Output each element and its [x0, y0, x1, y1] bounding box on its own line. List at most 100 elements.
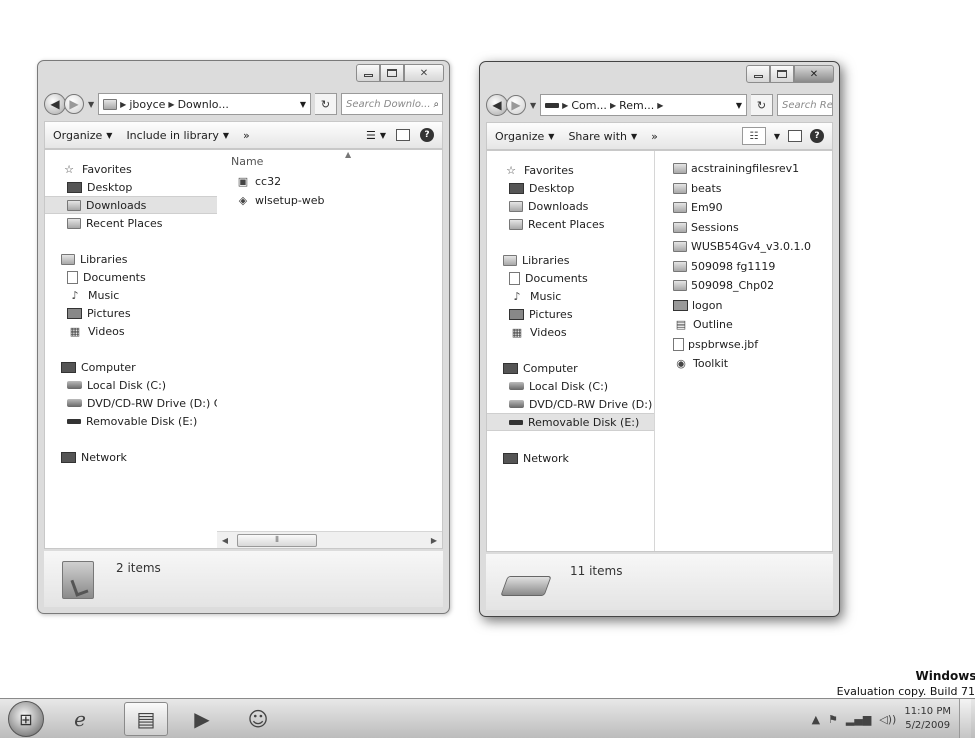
- change-view-button[interactable]: ☰ ▼: [366, 129, 386, 142]
- media-player-button[interactable]: ▶: [180, 702, 224, 736]
- nav-pictures[interactable]: Pictures: [487, 305, 654, 323]
- address-bar[interactable]: ▶ jboyce ▶ Downlo... ▼: [98, 93, 311, 115]
- refresh-button[interactable]: ↻: [315, 93, 337, 115]
- scroll-right-icon[interactable]: ▶: [426, 536, 442, 545]
- title-bar[interactable]: ✕: [38, 61, 449, 88]
- nav-downloads[interactable]: Downloads: [45, 196, 217, 214]
- file-item-folder[interactable]: 509098 fg1119: [655, 257, 832, 277]
- file-item-folder[interactable]: acstrainingfilesrev1: [655, 159, 832, 179]
- change-view-button[interactable]: ☷: [741, 127, 766, 145]
- scroll-left-icon[interactable]: ◀: [217, 536, 233, 545]
- recent-pages-dropdown[interactable]: ▼: [88, 100, 94, 109]
- back-button[interactable]: ◀: [486, 94, 508, 116]
- show-hidden-icons-icon[interactable]: ▲: [812, 713, 820, 726]
- network-signal-icon[interactable]: ▂▄▆: [846, 713, 871, 726]
- nav-local-disk[interactable]: Local Disk (C:): [45, 376, 217, 394]
- search-box[interactable]: Search Re: [777, 94, 833, 116]
- internet-explorer-button[interactable]: e: [58, 702, 102, 736]
- preview-pane-button[interactable]: [788, 130, 802, 142]
- back-button[interactable]: ◀: [44, 93, 66, 115]
- file-item-folder[interactable]: WUSB54Gv4_v3.0.1.0: [655, 237, 832, 257]
- breadcrumb-separator-icon[interactable]: ▶: [657, 101, 663, 110]
- nav-desktop[interactable]: Desktop: [487, 179, 654, 197]
- file-item-image[interactable]: logon: [655, 296, 832, 316]
- breadcrumb-jboyce[interactable]: jboyce: [129, 98, 165, 111]
- address-bar[interactable]: ▶ Com... ▶ Rem... ▶ ▼: [540, 94, 747, 116]
- nav-removable-disk[interactable]: Removable Disk (E:): [487, 413, 654, 431]
- address-dropdown-icon[interactable]: ▼: [300, 100, 306, 109]
- file-item-folder[interactable]: 509098_Chp02: [655, 276, 832, 296]
- nav-documents[interactable]: Documents: [487, 269, 654, 287]
- nav-videos[interactable]: ▦ Videos: [45, 322, 217, 340]
- nav-removable-disk[interactable]: Removable Disk (E:): [45, 412, 217, 430]
- people-app-button[interactable]: ☺: [236, 702, 280, 736]
- recent-pages-dropdown[interactable]: ▼: [530, 101, 536, 110]
- breadcrumb-computer[interactable]: Com...: [571, 99, 607, 112]
- nav-favorites[interactable]: ☆ Favorites: [45, 160, 217, 178]
- breadcrumb-downloads[interactable]: Downlo...: [178, 98, 229, 111]
- view-dropdown-icon[interactable]: ▼: [774, 132, 780, 141]
- breadcrumb-separator-icon[interactable]: ▶: [610, 101, 616, 110]
- windows-explorer-button[interactable]: ▤: [124, 702, 168, 736]
- show-desktop-button[interactable]: [959, 699, 971, 738]
- nav-dvd-drive[interactable]: DVD/CD-RW Drive (D:) C: [487, 395, 654, 413]
- minimize-button[interactable]: [746, 65, 770, 83]
- file-item-wlsetup-web[interactable]: ◈ wlsetup-web: [217, 191, 442, 210]
- nav-network[interactable]: Network: [487, 449, 654, 467]
- nav-favorites[interactable]: ☆ Favorites: [487, 161, 654, 179]
- nav-desktop[interactable]: Desktop: [45, 178, 217, 196]
- nav-music[interactable]: ♪ Music: [487, 287, 654, 305]
- refresh-button[interactable]: ↻: [751, 94, 773, 116]
- preview-pane-button[interactable]: [396, 129, 410, 141]
- column-header-name[interactable]: Name ▲: [217, 150, 442, 172]
- volume-icon[interactable]: ◁)): [879, 713, 896, 726]
- nav-libraries[interactable]: Libraries: [45, 250, 217, 268]
- maximize-button[interactable]: [770, 65, 794, 83]
- nav-local-disk[interactable]: Local Disk (C:): [487, 377, 654, 395]
- nav-downloads[interactable]: Downloads: [487, 197, 654, 215]
- help-icon[interactable]: ?: [810, 129, 824, 143]
- scroll-thumb[interactable]: ⦀: [237, 533, 317, 547]
- organize-button[interactable]: Organize ▼: [53, 129, 112, 142]
- minimize-button[interactable]: [356, 64, 380, 82]
- breadcrumb-separator-icon[interactable]: ▶: [120, 100, 126, 109]
- file-item-shortcut[interactable]: ◉ Toolkit: [655, 354, 832, 374]
- nav-pictures[interactable]: Pictures: [45, 304, 217, 322]
- include-in-library-button[interactable]: Include in library ▼: [126, 129, 229, 142]
- forward-button[interactable]: ▶: [506, 95, 526, 115]
- search-box[interactable]: Search Downlo... ⌕: [341, 93, 443, 115]
- close-button[interactable]: ✕: [404, 64, 444, 82]
- clock[interactable]: 11:10 PM 5/2/2009: [904, 705, 951, 733]
- nav-computer[interactable]: Computer: [45, 358, 217, 376]
- start-button[interactable]: ⊞: [8, 701, 44, 737]
- breadcrumb-separator-icon[interactable]: ▶: [562, 101, 568, 110]
- file-item-folder[interactable]: Sessions: [655, 218, 832, 238]
- more-commands-button[interactable]: »: [651, 130, 658, 143]
- more-commands-button[interactable]: »: [243, 129, 250, 142]
- organize-button[interactable]: Organize ▼: [495, 130, 554, 143]
- nav-videos[interactable]: ▦ Videos: [487, 323, 654, 341]
- nav-documents[interactable]: Documents: [45, 268, 217, 286]
- nav-dvd-drive[interactable]: DVD/CD-RW Drive (D:) C: [45, 394, 217, 412]
- file-item-cc32[interactable]: ▣ cc32: [217, 172, 442, 191]
- nav-recent-places[interactable]: Recent Places: [487, 215, 654, 233]
- title-bar[interactable]: ✕: [480, 62, 839, 89]
- action-center-flag-icon[interactable]: ⚑: [828, 713, 838, 726]
- nav-recent-places[interactable]: Recent Places: [45, 214, 217, 232]
- nav-music[interactable]: ♪ Music: [45, 286, 217, 304]
- file-item-folder[interactable]: Em90: [655, 198, 832, 218]
- breadcrumb-removable[interactable]: Rem...: [619, 99, 654, 112]
- file-item-folder[interactable]: beats: [655, 179, 832, 199]
- address-dropdown-icon[interactable]: ▼: [736, 101, 742, 110]
- breadcrumb-separator-icon[interactable]: ▶: [168, 100, 174, 109]
- close-button[interactable]: ✕: [794, 65, 834, 83]
- help-icon[interactable]: ?: [420, 128, 434, 142]
- file-item-document[interactable]: ▤ Outline: [655, 315, 832, 335]
- nav-network[interactable]: Network: [45, 448, 217, 466]
- maximize-button[interactable]: [380, 64, 404, 82]
- share-with-button[interactable]: Share with ▼: [568, 130, 637, 143]
- horizontal-scrollbar[interactable]: ◀ ⦀ ▶: [217, 531, 442, 548]
- forward-button[interactable]: ▶: [64, 94, 84, 114]
- file-item-file[interactable]: pspbrwse.jbf: [655, 335, 832, 355]
- nav-computer[interactable]: Computer: [487, 359, 654, 377]
